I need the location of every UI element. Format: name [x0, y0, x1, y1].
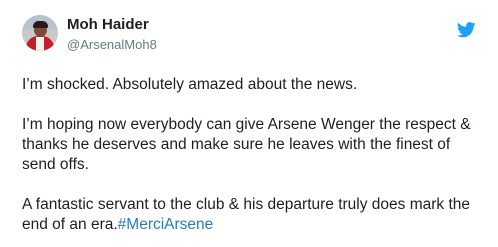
hashtag-link[interactable]: #MerciArsene — [118, 216, 214, 233]
tweet-paragraph: A fantastic servant to the club & his de… — [22, 195, 482, 235]
tweet-card: Moh Haider @ArsenalMoh8 I’m shocked. Abs… — [0, 0, 498, 247]
tweet-paragraph: I’m shocked. Absolutely amazed about the… — [22, 76, 358, 93]
author-name[interactable]: Moh Haider — [67, 16, 149, 33]
avatar-shirt-detail — [36, 37, 44, 51]
tweet-paragraph-text: A fantastic servant to the club & his de… — [22, 196, 471, 233]
avatar[interactable] — [22, 15, 58, 51]
tweet-paragraph: I’m hoping now everybody can give Arsene… — [22, 116, 471, 173]
tweet-body: I’m shocked. Absolutely amazed about the… — [22, 75, 482, 247]
author-handle[interactable]: @ArsenalMoh8 — [67, 37, 157, 52]
avatar-hair — [33, 21, 48, 28]
twitter-bird-icon[interactable] — [457, 22, 476, 38]
